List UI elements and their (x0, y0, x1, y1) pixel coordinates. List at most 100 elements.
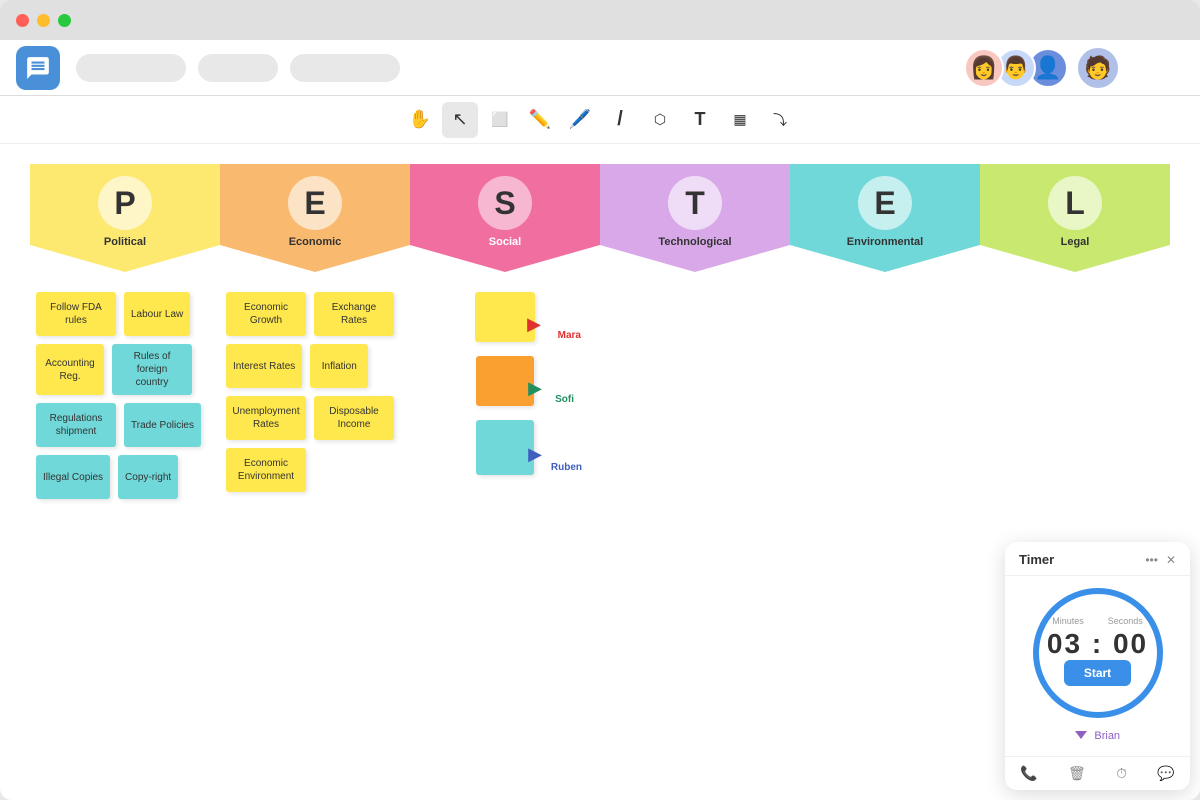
timer-title: Timer (1019, 552, 1054, 567)
seconds-label: Seconds (1108, 616, 1143, 626)
cursor-ruben-icon: ▶ (528, 444, 542, 465)
note-follow-fda[interactable]: Follow FDA rules (36, 292, 116, 336)
select-tool[interactable]: ↖ (442, 102, 478, 138)
timer-clock-button[interactable]: ⏱ (1116, 765, 1127, 782)
social-note-mara-wrapper: Mara ▶ (475, 292, 535, 342)
note-sofi[interactable] (476, 356, 534, 406)
avatar-brian[interactable]: 🧑 (1076, 46, 1120, 90)
eraser-tool[interactable]: ⬜ (482, 102, 518, 138)
legal-name: Legal (1061, 236, 1090, 248)
timer-seconds: 00 (1113, 628, 1148, 659)
note-inflation[interactable]: Inflation (310, 344, 368, 388)
note-illegal-copies[interactable]: Illegal Copies (36, 455, 110, 499)
app-header: 👩 👨 👤 🧑 (0, 40, 1200, 96)
col-technological-header: T Technological (600, 164, 790, 282)
note-accounting-reg[interactable]: Accounting Reg. (36, 344, 104, 395)
timer-user-area: Brian (1075, 726, 1120, 744)
canvas-area[interactable]: P Political Follow FDA rules Labour Law … (0, 144, 1200, 800)
timer-header: Timer ••• ✕ (1005, 542, 1190, 576)
marker-tool[interactable]: 🖊️ (562, 102, 598, 138)
nav-item-2[interactable] (198, 54, 278, 82)
logo-icon (25, 55, 51, 81)
social-name: Social (489, 236, 521, 248)
hand-tool[interactable]: ✋ (402, 102, 438, 138)
environmental-letter: E (874, 185, 895, 222)
note-regulations-ship[interactable]: Regulations shipment (36, 403, 116, 447)
technological-letter: T (685, 185, 705, 222)
legal-letter: L (1065, 185, 1085, 222)
political-notes: Follow FDA rules Labour Law Accounting R… (30, 282, 220, 509)
timer-widget: Timer ••• ✕ Minutes Seconds 03 : 00 (1005, 542, 1190, 790)
timer-cursor-icon (1075, 731, 1087, 739)
cursor-ruben-label: Ruben (551, 462, 582, 473)
note-rules-foreign[interactable]: Rules of foreign country (112, 344, 192, 395)
note-labour-law[interactable]: Labour Law (124, 292, 190, 336)
timer-start-button[interactable]: Start (1064, 660, 1131, 686)
line-tool[interactable]: / (602, 102, 638, 138)
text-tool[interactable]: T (682, 102, 718, 138)
avatar-user1[interactable]: 👩 (964, 48, 1004, 88)
legal-circle: L (1048, 176, 1102, 230)
timer-minutes: 03 (1047, 628, 1082, 659)
nav-item-3[interactable] (290, 54, 400, 82)
timer-options-button[interactable]: ••• (1145, 553, 1158, 567)
note-trade-policies[interactable]: Trade Policies (124, 403, 201, 447)
traffic-lights (16, 14, 71, 27)
title-bar (0, 0, 1200, 40)
col-technological: T Technological (600, 164, 790, 509)
note-exchange-rates[interactable]: Exchange Rates (314, 292, 394, 336)
timer-colon: : (1092, 628, 1103, 659)
nav-item-1[interactable] (76, 54, 186, 82)
app-logo[interactable] (16, 46, 60, 90)
environmental-circle: E (858, 176, 912, 230)
political-letter: P (114, 185, 135, 222)
shape-tool[interactable]: ⬡ (642, 102, 678, 138)
timer-chat-button[interactable]: 💬 (1157, 765, 1174, 782)
col-environmental-header: E Environmental (790, 164, 980, 282)
note-economic-growth[interactable]: Economic Growth (226, 292, 306, 336)
note-disposable-income[interactable]: Disposable Income (314, 396, 394, 440)
col-political: P Political Follow FDA rules Labour Law … (30, 164, 220, 509)
user-avatars: 👩 👨 👤 🧑 (972, 46, 1120, 90)
cursor-mara-label: Mara (558, 330, 581, 341)
col-environmental: E Environmental (790, 164, 980, 509)
cursor-sofi-label: Sofi (555, 394, 574, 405)
col-legal-header: L Legal (980, 164, 1170, 282)
timer-footer: 📞 🗑 ⏱ 💬 (1005, 756, 1190, 790)
cursor-sofi-icon: ▶ (528, 378, 542, 399)
technological-name: Technological (658, 236, 731, 248)
note-ruben[interactable] (476, 420, 534, 475)
pestel-board: P Political Follow FDA rules Labour Law … (0, 144, 1200, 529)
economic-letter: E (304, 185, 325, 222)
sticky-tool[interactable]: ▦ (722, 102, 758, 138)
minutes-label: Minutes (1052, 616, 1084, 626)
note-copyright[interactable]: Copy-right (118, 455, 178, 499)
timer-circle: Minutes Seconds 03 : 00 Start (1033, 588, 1163, 718)
arrow-tool[interactable]: ⤵ (762, 102, 798, 138)
col-social: S Social Mara ▶ Sofi (410, 164, 600, 509)
timer-header-controls: ••• ✕ (1145, 553, 1176, 567)
timer-labels: Minutes Seconds (1052, 616, 1143, 626)
col-social-header: S Social (410, 164, 600, 282)
social-letter: S (494, 185, 515, 222)
timer-phone-button[interactable]: 📞 (1020, 765, 1037, 782)
note-interest-rates[interactable]: Interest Rates (226, 344, 302, 388)
timer-body: Minutes Seconds 03 : 00 Start Brian (1005, 576, 1190, 756)
close-button[interactable] (16, 14, 29, 27)
app-window: 👩 👨 👤 🧑 ✋ ↖ ⬜ ✏️ 🖊️ / ⬡ T ▦ ⤵ P (0, 0, 1200, 800)
social-note-ruben-wrapper: Ruben ▶ (476, 420, 534, 475)
environmental-name: Environmental (847, 236, 923, 248)
political-name: Political (104, 236, 146, 248)
timer-delete-button[interactable]: 🗑 (1068, 765, 1086, 782)
col-legal: L Legal (980, 164, 1170, 509)
social-note-sofi-wrapper: Sofi ▶ (476, 356, 534, 406)
note-economic-env[interactable]: Economic Environment (226, 448, 306, 492)
minimize-button[interactable] (37, 14, 50, 27)
economic-notes: Economic Growth Exchange Rates Interest … (220, 282, 410, 502)
note-unemployment[interactable]: Unemployment Rates (226, 396, 306, 440)
note-mara[interactable] (475, 292, 535, 342)
col-economic: E Economic Economic Growth Exchange Rate… (220, 164, 410, 509)
pen-tool[interactable]: ✏️ (522, 102, 558, 138)
maximize-button[interactable] (58, 14, 71, 27)
timer-close-button[interactable]: ✕ (1166, 553, 1176, 567)
